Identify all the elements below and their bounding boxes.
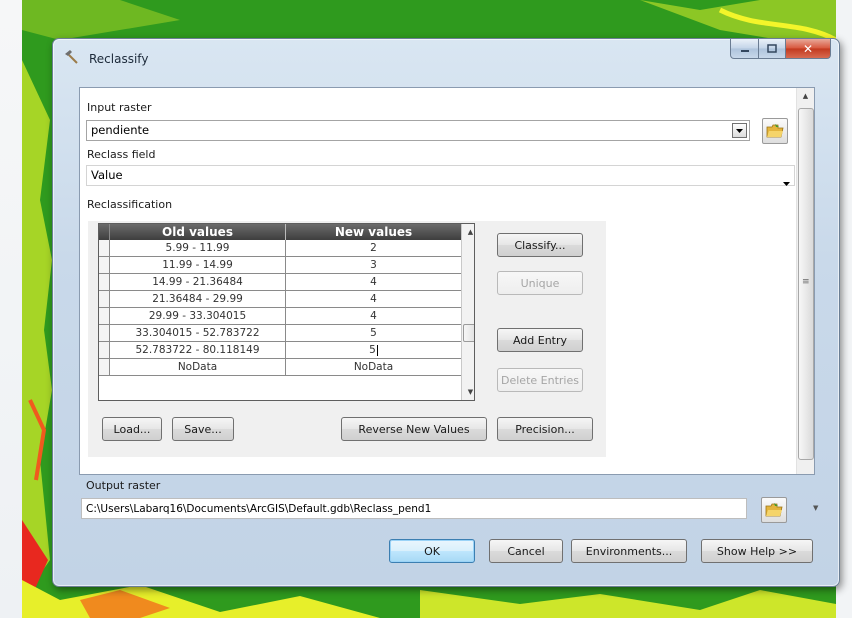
new-value-cell[interactable]: 4: [285, 290, 462, 308]
new-value-cell[interactable]: 2: [285, 240, 462, 257]
close-button[interactable]: ✕: [786, 39, 831, 59]
unique-button[interactable]: Unique: [497, 271, 583, 295]
open-folder-icon: [766, 124, 784, 138]
table-scroll-thumb[interactable]: [463, 324, 474, 342]
old-value-cell[interactable]: 29.99 - 33.304015: [109, 307, 286, 325]
table-scrollbar[interactable]: ▲ ▼: [461, 224, 474, 400]
row-selector[interactable]: [99, 290, 110, 308]
maximize-icon: [767, 44, 777, 53]
hammer-tool-icon: [65, 50, 78, 64]
left-desktop-strip: [0, 0, 22, 618]
row-selector[interactable]: [99, 273, 110, 291]
title-bar[interactable]: Reclassify ✕: [53, 39, 839, 77]
environments-button[interactable]: Environments...: [571, 539, 687, 563]
output-raster-field[interactable]: C:\Users\Labarq16\Documents\ArcGIS\Defau…: [81, 498, 747, 519]
old-value-cell[interactable]: 11.99 - 14.99: [109, 256, 286, 274]
old-value-cell[interactable]: 14.99 - 21.36484: [109, 273, 286, 291]
scroll-down-arrow-icon[interactable]: ▼: [813, 504, 818, 512]
panel-scrollbar[interactable]: ▲ ≡: [796, 88, 814, 474]
row-selector[interactable]: [99, 240, 110, 257]
save-button[interactable]: Save...: [172, 417, 234, 441]
new-value-text: 5: [369, 344, 376, 356]
new-value-cell[interactable]: NoData: [285, 358, 462, 376]
row-selector[interactable]: [99, 341, 110, 359]
column-header-old-values[interactable]: Old values: [109, 224, 286, 240]
classify-button[interactable]: Classify...: [497, 233, 583, 257]
delete-entries-button[interactable]: Delete Entries: [497, 368, 583, 392]
table-row: 11.99 - 14.99 3: [99, 256, 462, 274]
window-controls: ✕: [730, 39, 831, 59]
reclass-field-combo[interactable]: Value: [86, 165, 795, 186]
table-row: 5.99 - 11.99 2: [99, 240, 462, 257]
table-header-row: Old values New values: [99, 224, 462, 240]
scroll-up-arrow-icon[interactable]: ▲: [797, 88, 814, 104]
table-row: 33.304015 - 52.783722 5: [99, 324, 462, 342]
ok-button[interactable]: OK: [389, 539, 475, 563]
old-value-cell[interactable]: 33.304015 - 52.783722: [109, 324, 286, 342]
show-help-button[interactable]: Show Help >>: [701, 539, 813, 563]
row-selector[interactable]: [99, 324, 110, 342]
row-selector[interactable]: [99, 307, 110, 325]
dialog-button-bar: OK Cancel Environments... Show Help >>: [79, 517, 813, 563]
new-value-cell[interactable]: 5: [285, 324, 462, 342]
panel-scroll-thumb[interactable]: ≡: [798, 108, 814, 460]
input-raster-browse-button[interactable]: [762, 118, 788, 144]
minimize-icon: [740, 49, 749, 52]
table-row: NoData NoData: [99, 358, 462, 376]
input-raster-dropdown-button[interactable]: [732, 123, 747, 138]
tool-parameters-panel: Input raster pendiente Reclass field Val…: [79, 87, 815, 475]
input-raster-label: Input raster: [87, 101, 152, 114]
scroll-down-arrow-icon[interactable]: ▼: [462, 384, 474, 400]
row-header-corner: [99, 224, 110, 240]
reclassification-group: Old values New values 5.99 - 11.99 2 11.9…: [88, 221, 606, 457]
scroll-up-arrow-icon[interactable]: ▲: [462, 224, 474, 240]
add-entry-button[interactable]: Add Entry: [497, 328, 583, 352]
new-value-cell[interactable]: 4: [285, 307, 462, 325]
maximize-button[interactable]: [759, 39, 786, 59]
old-value-cell[interactable]: NoData: [109, 358, 286, 376]
reclass-table: Old values New values 5.99 - 11.99 2 11.9…: [98, 223, 475, 401]
table-row: 29.99 - 33.304015 4: [99, 307, 462, 325]
reclass-field-label: Reclass field: [87, 148, 156, 161]
load-button[interactable]: Load...: [102, 417, 162, 441]
reclassification-label: Reclassification: [87, 198, 173, 211]
reverse-new-values-button[interactable]: Reverse New Values: [341, 417, 487, 441]
input-raster-value: pendiente: [91, 123, 150, 137]
old-value-cell[interactable]: 5.99 - 11.99: [109, 240, 286, 257]
cancel-button[interactable]: Cancel: [489, 539, 563, 563]
old-value-cell[interactable]: 52.783722 - 80.118149: [109, 341, 286, 359]
new-value-cell[interactable]: 3: [285, 256, 462, 274]
input-raster-combo[interactable]: pendiente: [86, 120, 750, 141]
table-row: 14.99 - 21.36484 4: [99, 273, 462, 291]
minimize-button[interactable]: [730, 39, 759, 59]
text-cursor: [376, 344, 378, 356]
open-folder-icon: [765, 503, 783, 517]
row-selector[interactable]: [99, 256, 110, 274]
old-value-cell[interactable]: 21.36484 - 29.99: [109, 290, 286, 308]
output-raster-label: Output raster: [86, 479, 161, 492]
row-selector[interactable]: [99, 358, 110, 376]
chevron-down-icon: [736, 128, 743, 133]
reclass-field-value: Value: [91, 168, 123, 182]
output-raster-value: C:\Users\Labarq16\Documents\ArcGIS\Defau…: [86, 503, 432, 515]
chevron-down-icon[interactable]: [783, 173, 790, 192]
new-value-cell[interactable]: 4: [285, 273, 462, 291]
table-row: 52.783722 - 80.118149 5: [99, 341, 462, 359]
scroll-grip-icon: ≡: [802, 277, 809, 287]
window-title: Reclassify: [89, 52, 149, 66]
reclassify-dialog: Reclassify ✕ Input raster pendiente Recl…: [52, 38, 840, 587]
new-value-cell[interactable]: 5: [285, 341, 462, 359]
column-header-new-values[interactable]: New values: [285, 224, 462, 240]
table-row: 21.36484 - 29.99 4: [99, 290, 462, 308]
close-icon: ✕: [802, 41, 814, 56]
precision-button[interactable]: Precision...: [497, 417, 593, 441]
